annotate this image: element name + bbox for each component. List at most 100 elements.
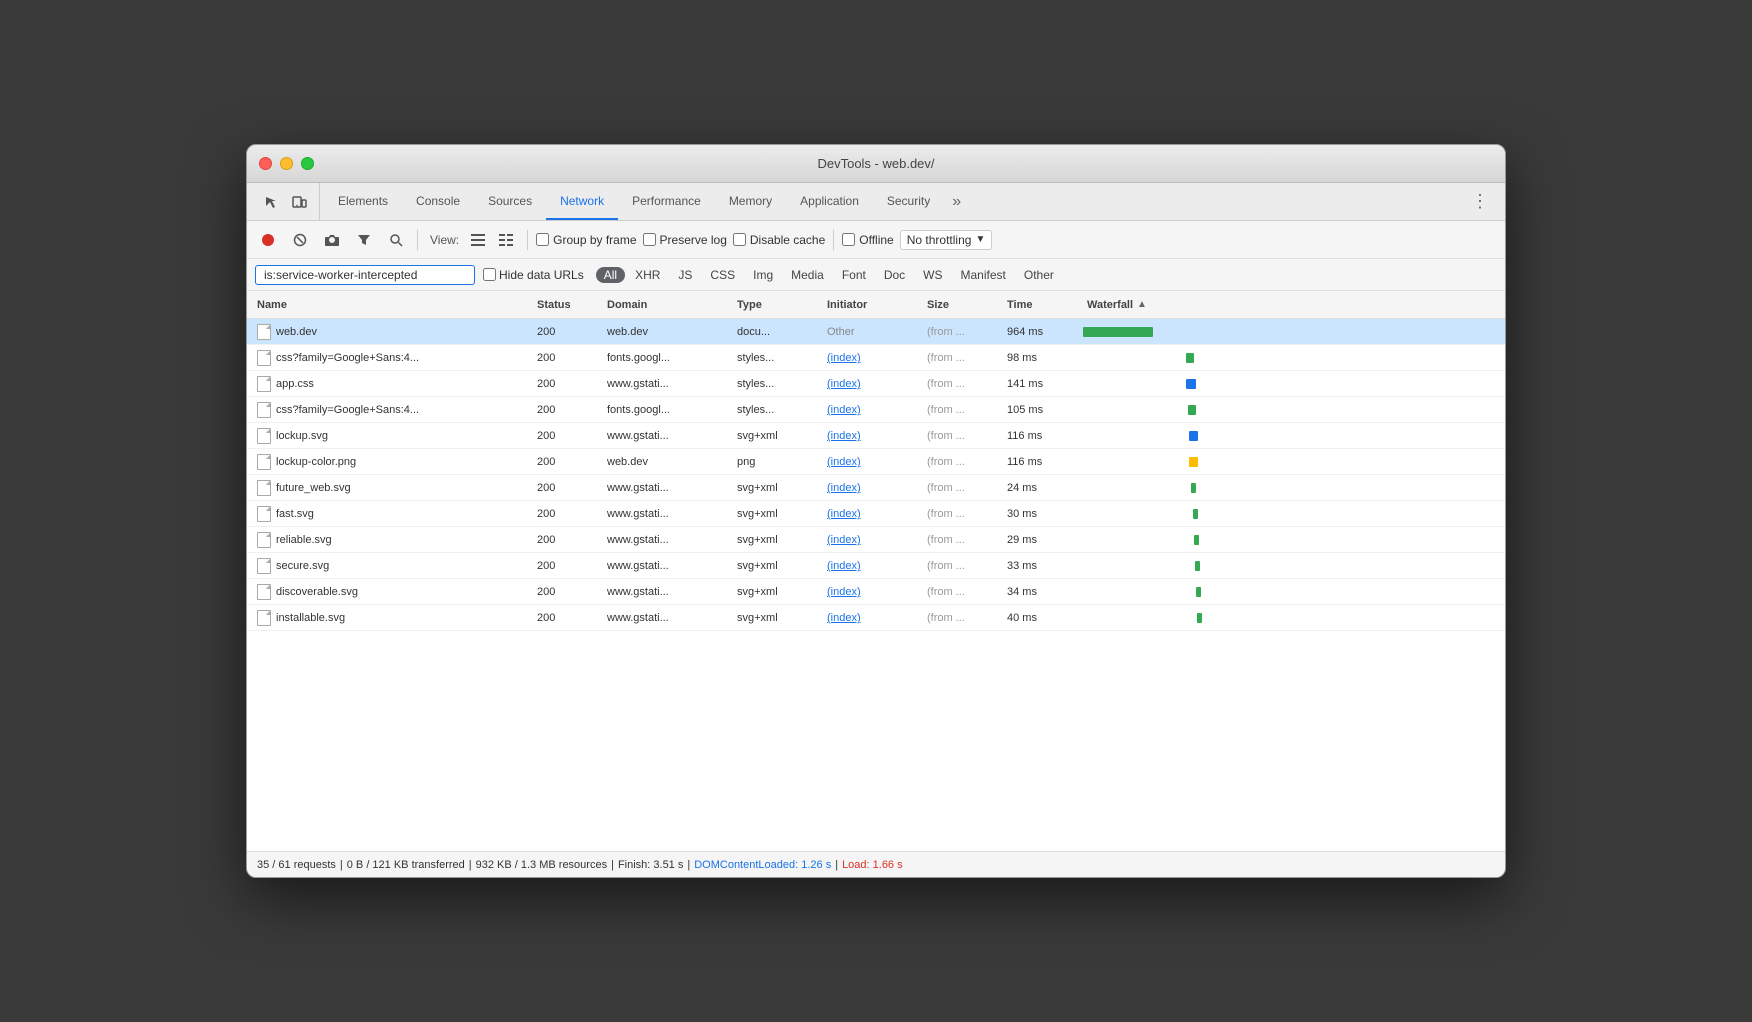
td-domain: www.gstati... xyxy=(601,482,731,494)
preserve-log-label[interactable]: Preserve log xyxy=(643,233,727,247)
tab-console[interactable]: Console xyxy=(402,183,474,220)
disable-cache-label[interactable]: Disable cache xyxy=(733,233,825,247)
table-row[interactable]: secure.svg 200 www.gstati... svg+xml (in… xyxy=(247,553,1505,579)
td-time: 116 ms xyxy=(1001,430,1081,442)
th-size[interactable]: Size xyxy=(921,299,1001,311)
camera-button[interactable] xyxy=(319,227,345,253)
filter-media-button[interactable]: Media xyxy=(783,267,832,283)
th-name[interactable]: Name xyxy=(251,299,531,311)
td-status: 200 xyxy=(531,508,601,520)
td-status: 200 xyxy=(531,586,601,598)
offline-checkbox[interactable] xyxy=(842,233,855,246)
td-size: (from ... xyxy=(921,352,1001,364)
filter-js-button[interactable]: JS xyxy=(670,267,700,283)
td-size: (from ... xyxy=(921,404,1001,416)
offline-label[interactable]: Offline xyxy=(842,233,893,247)
th-initiator[interactable]: Initiator xyxy=(821,299,921,311)
th-domain[interactable]: Domain xyxy=(601,299,731,311)
close-button[interactable] xyxy=(259,157,272,170)
toolbar-divider-1 xyxy=(417,230,418,250)
th-type[interactable]: Type xyxy=(731,299,821,311)
filter-all-button[interactable]: All xyxy=(596,267,625,283)
more-tabs-button[interactable]: » xyxy=(944,183,969,220)
filter-other-button[interactable]: Other xyxy=(1016,267,1062,283)
sort-arrow-icon: ▲ xyxy=(1137,299,1147,310)
filter-button[interactable] xyxy=(351,227,377,253)
waterfall-bar xyxy=(1186,353,1194,363)
filter-input[interactable] xyxy=(255,265,475,285)
filter-font-button[interactable]: Font xyxy=(834,267,874,283)
td-domain: web.dev xyxy=(601,456,731,468)
td-domain: www.gstati... xyxy=(601,534,731,546)
list-view-button[interactable] xyxy=(465,227,491,253)
preserve-log-checkbox[interactable] xyxy=(643,233,656,246)
filter-doc-button[interactable]: Doc xyxy=(876,267,913,283)
table-row[interactable]: reliable.svg 200 www.gstati... svg+xml (… xyxy=(247,527,1505,553)
kebab-menu-button[interactable]: ⋮ xyxy=(1467,191,1493,212)
filter-manifest-button[interactable]: Manifest xyxy=(953,267,1014,283)
td-waterfall xyxy=(1081,423,1501,449)
table-row[interactable]: fast.svg 200 www.gstati... svg+xml (inde… xyxy=(247,501,1505,527)
transferred-size: 0 B / 121 KB transferred xyxy=(347,859,465,871)
th-time[interactable]: Time xyxy=(1001,299,1081,311)
tab-network[interactable]: Network xyxy=(546,183,618,220)
td-type: png xyxy=(731,456,821,468)
disable-cache-checkbox[interactable] xyxy=(733,233,746,246)
group-by-frame-label[interactable]: Group by frame xyxy=(536,233,636,247)
td-initiator: (index) xyxy=(821,612,921,624)
clear-button[interactable] xyxy=(287,227,313,253)
tree-view-button[interactable] xyxy=(493,227,519,253)
td-waterfall xyxy=(1081,345,1501,371)
waterfall-bar xyxy=(1186,379,1196,389)
device-toggle-icon[interactable] xyxy=(287,190,311,214)
td-waterfall xyxy=(1081,319,1501,345)
minimize-button[interactable] xyxy=(280,157,293,170)
table-row[interactable]: installable.svg 200 www.gstati... svg+xm… xyxy=(247,605,1505,631)
tab-memory[interactable]: Memory xyxy=(715,183,786,220)
th-waterfall[interactable]: Waterfall ▲ xyxy=(1081,299,1501,311)
maximize-button[interactable] xyxy=(301,157,314,170)
group-by-frame-checkbox[interactable] xyxy=(536,233,549,246)
tab-elements[interactable]: Elements xyxy=(324,183,402,220)
file-icon xyxy=(257,558,271,574)
table-row[interactable]: css?family=Google+Sans:4... 200 fonts.go… xyxy=(247,397,1505,423)
table-row[interactable]: app.css 200 www.gstati... styles... (ind… xyxy=(247,371,1505,397)
tab-sources[interactable]: Sources xyxy=(474,183,546,220)
search-button[interactable] xyxy=(383,227,409,253)
table-row[interactable]: discoverable.svg 200 www.gstati... svg+x… xyxy=(247,579,1505,605)
file-icon xyxy=(257,324,271,340)
waterfall-bar xyxy=(1083,327,1153,337)
td-name: css?family=Google+Sans:4... xyxy=(251,402,531,418)
file-icon xyxy=(257,584,271,600)
throttle-select[interactable]: No throttling ▼ xyxy=(900,230,993,250)
table-scroll[interactable]: web.dev 200 web.dev docu... Other (from … xyxy=(247,319,1505,851)
filter-css-button[interactable]: CSS xyxy=(702,267,743,283)
table-row[interactable]: web.dev 200 web.dev docu... Other (from … xyxy=(247,319,1505,345)
td-time: 964 ms xyxy=(1001,326,1081,338)
td-domain: www.gstati... xyxy=(601,508,731,520)
filter-img-button[interactable]: Img xyxy=(745,267,781,283)
record-button[interactable] xyxy=(255,227,281,253)
td-type: svg+xml xyxy=(731,586,821,598)
table-row[interactable]: lockup.svg 200 www.gstati... svg+xml (in… xyxy=(247,423,1505,449)
tab-application[interactable]: Application xyxy=(786,183,873,220)
td-time: 30 ms xyxy=(1001,508,1081,520)
td-type: styles... xyxy=(731,378,821,390)
tab-performance[interactable]: Performance xyxy=(618,183,715,220)
table-row[interactable]: css?family=Google+Sans:4... 200 fonts.go… xyxy=(247,345,1505,371)
hide-data-urls-checkbox[interactable] xyxy=(483,268,496,281)
td-name: installable.svg xyxy=(251,610,531,626)
table-row[interactable]: future_web.svg 200 www.gstati... svg+xml… xyxy=(247,475,1505,501)
table-row[interactable]: lockup-color.png 200 web.dev png (index)… xyxy=(247,449,1505,475)
waterfall-bar xyxy=(1189,457,1198,467)
hide-data-urls-label[interactable]: Hide data URLs xyxy=(483,268,584,282)
filter-xhr-button[interactable]: XHR xyxy=(627,267,668,283)
th-status[interactable]: Status xyxy=(531,299,601,311)
waterfall-bar xyxy=(1196,587,1201,597)
inspect-icon[interactable] xyxy=(259,190,283,214)
window-title: DevTools - web.dev/ xyxy=(817,156,934,171)
filter-ws-button[interactable]: WS xyxy=(915,267,950,283)
td-size: (from ... xyxy=(921,534,1001,546)
td-size: (from ... xyxy=(921,560,1001,572)
tab-security[interactable]: Security xyxy=(873,183,944,220)
